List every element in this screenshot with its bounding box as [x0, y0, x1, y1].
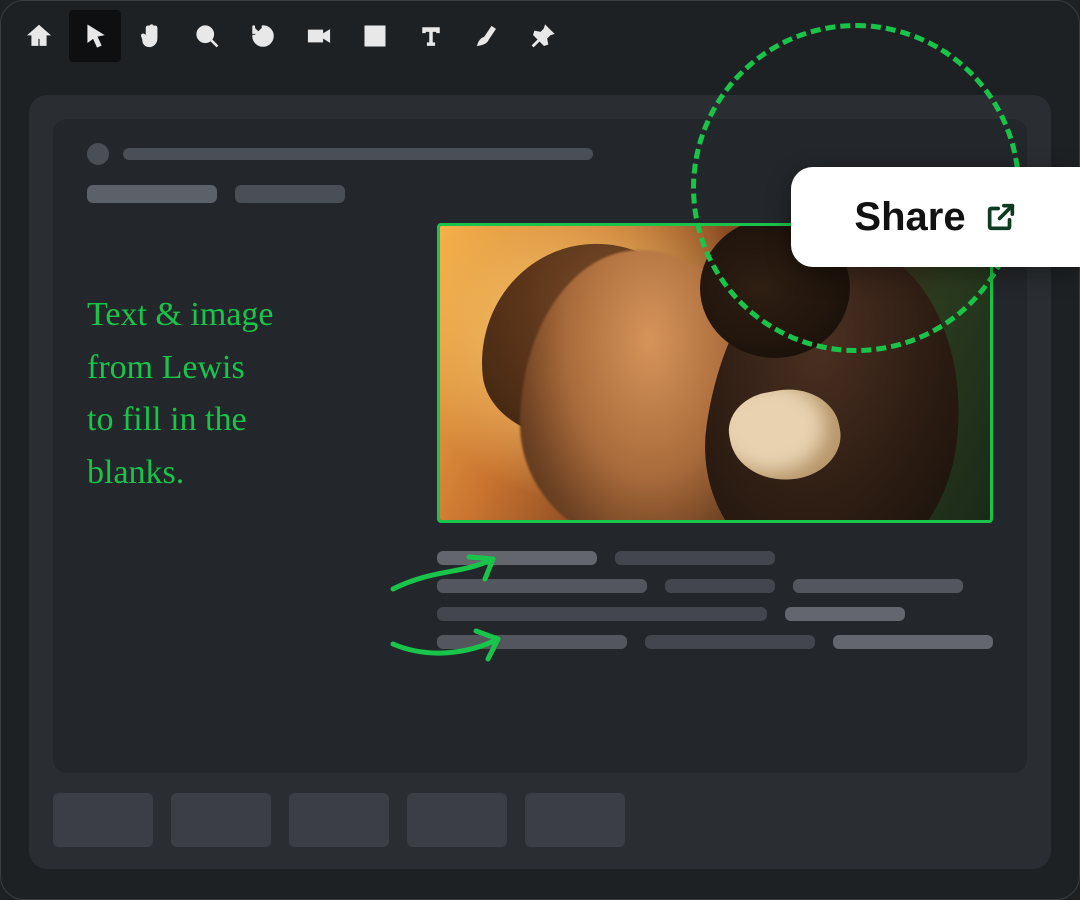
tool-draw[interactable]: [461, 10, 513, 62]
pin-icon: [529, 22, 557, 50]
thumbnail[interactable]: [407, 793, 507, 847]
placeholder-scene: [440, 226, 990, 520]
reload-icon: [249, 22, 277, 50]
tool-frame[interactable]: [349, 10, 401, 62]
text-icon: [417, 22, 445, 50]
tool-hand[interactable]: [125, 10, 177, 62]
home-icon: [25, 22, 53, 50]
share-button-label: Share: [854, 195, 965, 240]
frame-icon: [361, 22, 389, 50]
handwritten-annotation: Text & image from Lewis to fill in the b…: [87, 289, 407, 500]
thumbnail[interactable]: [171, 793, 271, 847]
tool-reload[interactable]: [237, 10, 289, 62]
pen-icon: [473, 22, 501, 50]
thumbnail[interactable]: [289, 793, 389, 847]
top-toolbar: [1, 1, 1079, 71]
tool-pin[interactable]: [517, 10, 569, 62]
tool-camera[interactable]: [293, 10, 345, 62]
hand-icon: [137, 22, 165, 50]
skeleton-avatar: [87, 143, 109, 165]
skeleton-meta-2: [235, 185, 345, 203]
footer-thumbnails: [53, 793, 1027, 847]
tool-select[interactable]: [69, 10, 121, 62]
tool-text[interactable]: [405, 10, 457, 62]
search-icon: [193, 22, 221, 50]
skeleton-meta-1: [87, 185, 217, 203]
skeleton-title-line: [123, 148, 593, 160]
image-placeholder-frame[interactable]: [437, 223, 993, 523]
camera-icon: [305, 22, 333, 50]
pointer-icon: [81, 22, 109, 50]
thumbnail[interactable]: [53, 793, 153, 847]
tool-zoom[interactable]: [181, 10, 233, 62]
skeleton-header-row: [87, 143, 993, 165]
external-link-icon: [984, 200, 1018, 234]
tool-home[interactable]: [13, 10, 65, 62]
skeleton-paragraph: [437, 551, 993, 649]
share-button[interactable]: Share: [791, 167, 1080, 267]
thumbnail[interactable]: [525, 793, 625, 847]
